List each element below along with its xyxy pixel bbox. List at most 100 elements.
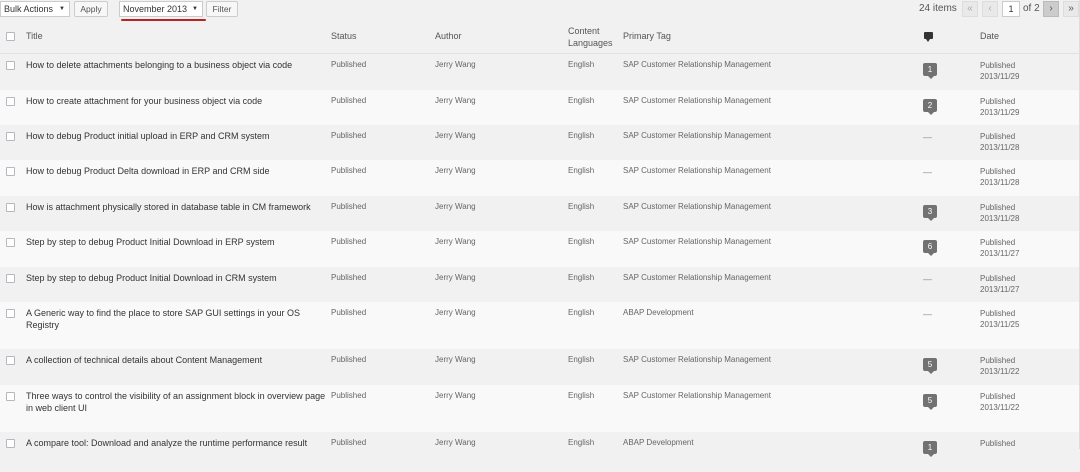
post-date-value: 2013/11/25	[980, 320, 1020, 329]
post-title-link[interactable]: A Generic way to find the place to store…	[26, 307, 326, 331]
column-author[interactable]: Author	[435, 31, 462, 41]
next-page-button[interactable]: ›	[1043, 1, 1059, 17]
comment-count-badge[interactable]: 2	[923, 99, 937, 115]
post-author-link[interactable]: Jerry Wang	[435, 308, 476, 317]
post-language: English	[568, 60, 595, 69]
table-row[interactable]: A compare tool: Download and analyze the…	[0, 432, 1080, 472]
row-checkbox[interactable]	[6, 392, 15, 401]
comment-icon[interactable]	[924, 32, 933, 42]
post-primary-tag: SAP Customer Relationship Management	[623, 131, 771, 140]
post-date: Published 2013/11/28	[980, 131, 1019, 153]
table-row[interactable]: How to delete attachments belonging to a…	[0, 54, 1080, 90]
post-date-status: Published	[980, 61, 1016, 70]
table-row[interactable]: How to create attachment for your busine…	[0, 90, 1080, 125]
post-date: Published 2013/11/29	[980, 96, 1019, 118]
comment-count-badge[interactable]: 3	[923, 205, 937, 221]
chevron-down-icon: ▼	[59, 6, 65, 12]
table-row[interactable]: How is attachment physically stored in d…	[0, 196, 1080, 231]
table-row[interactable]: Step by step to debug Product Initial Do…	[0, 267, 1080, 302]
post-primary-tag: SAP Customer Relationship Management	[623, 273, 771, 282]
comment-count-badge[interactable]: 5	[923, 394, 937, 410]
post-title-link[interactable]: How to debug Product Delta download in E…	[26, 165, 326, 177]
row-checkbox[interactable]	[6, 61, 15, 70]
current-page-input[interactable]: 1	[1002, 1, 1020, 17]
row-checkbox[interactable]	[6, 309, 15, 318]
row-checkbox[interactable]	[6, 203, 15, 212]
comment-count-badge[interactable]: 5	[923, 358, 937, 374]
row-checkbox[interactable]	[6, 356, 15, 365]
post-author-link[interactable]: Jerry Wang	[435, 96, 476, 105]
post-title-link[interactable]: Step by step to debug Product Initial Do…	[26, 236, 326, 248]
apply-button[interactable]: Apply	[74, 1, 108, 17]
month-filter-label: November 2013	[123, 4, 188, 14]
post-title-link[interactable]: How to debug Product initial upload in E…	[26, 130, 326, 142]
post-author-link[interactable]: Jerry Wang	[435, 131, 476, 140]
column-primary-tag[interactable]: Primary Tag	[623, 31, 671, 41]
post-date-value: 2013/11/28	[980, 143, 1020, 152]
post-title-link[interactable]: A collection of technical details about …	[26, 354, 326, 366]
post-title-link[interactable]: Three ways to control the visibility of …	[26, 390, 326, 414]
table-row[interactable]: Step by step to debug Product Initial Do…	[0, 231, 1080, 267]
post-language: English	[568, 273, 595, 282]
row-checkbox[interactable]	[6, 439, 15, 448]
post-language: English	[568, 355, 595, 364]
column-date[interactable]: Date	[980, 31, 999, 41]
post-author-link[interactable]: Jerry Wang	[435, 391, 476, 400]
row-checkbox[interactable]	[6, 132, 15, 141]
post-date-status: Published	[980, 203, 1016, 212]
select-all-checkbox[interactable]	[6, 32, 15, 41]
post-date-status: Published	[980, 356, 1016, 365]
table-row[interactable]: A Generic way to find the place to store…	[0, 302, 1080, 349]
column-content-languages[interactable]: Content Languages	[568, 25, 616, 49]
post-author-link[interactable]: Jerry Wang	[435, 202, 476, 211]
table-header: Title Status Author Content Languages Pr…	[0, 21, 1080, 54]
comment-count-badge[interactable]: 1	[923, 63, 937, 79]
filter-button[interactable]: Filter	[206, 1, 238, 17]
row-checkbox[interactable]	[6, 274, 15, 283]
post-date: Published 2013/11/25	[980, 308, 1019, 330]
row-checkbox[interactable]	[6, 167, 15, 176]
post-author-link[interactable]: Jerry Wang	[435, 237, 476, 246]
post-status: Published	[331, 131, 367, 140]
post-date: Published 2013/11/22	[980, 391, 1019, 413]
post-date-status: Published	[980, 238, 1016, 247]
column-title[interactable]: Title	[26, 31, 43, 41]
prev-page-button[interactable]: ‹	[982, 1, 998, 17]
last-page-button[interactable]: »	[1063, 1, 1079, 17]
post-title-link[interactable]: A compare tool: Download and analyze the…	[26, 437, 326, 449]
table-row[interactable]: How to debug Product initial upload in E…	[0, 125, 1080, 160]
column-status[interactable]: Status	[331, 31, 357, 41]
table-row[interactable]: A collection of technical details about …	[0, 349, 1080, 385]
post-date-value: 2013/11/22	[980, 403, 1020, 412]
post-status: Published	[331, 166, 367, 175]
post-title-link[interactable]: How to delete attachments belonging to a…	[26, 59, 326, 71]
post-title-link[interactable]: How to create attachment for your busine…	[26, 95, 326, 107]
month-filter-select[interactable]: November 2013 ▼	[119, 1, 203, 17]
post-date-value: 2013/11/28	[980, 178, 1020, 187]
row-checkbox[interactable]	[6, 97, 15, 106]
post-author-link[interactable]: Jerry Wang	[435, 438, 476, 447]
bulk-actions-label: Bulk Actions	[4, 4, 54, 14]
post-date-value: 2013/11/22	[980, 367, 1020, 376]
post-date-value: 2013/11/29	[980, 108, 1020, 117]
post-primary-tag: SAP Customer Relationship Management	[623, 237, 771, 246]
post-author-link[interactable]: Jerry Wang	[435, 60, 476, 69]
post-author-link[interactable]: Jerry Wang	[435, 355, 476, 364]
post-date-value: 2013/11/28	[980, 214, 1020, 223]
post-status: Published	[331, 96, 367, 105]
first-page-button[interactable]: «	[962, 1, 978, 17]
comment-count-badge[interactable]: 1	[923, 441, 937, 457]
post-date-status: Published	[980, 439, 1016, 448]
bulk-actions-select[interactable]: Bulk Actions ▼	[0, 1, 70, 17]
post-title-link[interactable]: Step by step to debug Product Initial Do…	[26, 272, 326, 284]
row-checkbox[interactable]	[6, 238, 15, 247]
post-date-status: Published	[980, 167, 1016, 176]
post-status: Published	[331, 202, 367, 211]
comment-count-badge[interactable]: 6	[923, 240, 937, 256]
post-author-link[interactable]: Jerry Wang	[435, 166, 476, 175]
table-row[interactable]: How to debug Product Delta download in E…	[0, 160, 1080, 196]
post-status: Published	[331, 60, 367, 69]
post-author-link[interactable]: Jerry Wang	[435, 273, 476, 282]
table-row[interactable]: Three ways to control the visibility of …	[0, 385, 1080, 432]
post-title-link[interactable]: How is attachment physically stored in d…	[26, 201, 326, 213]
